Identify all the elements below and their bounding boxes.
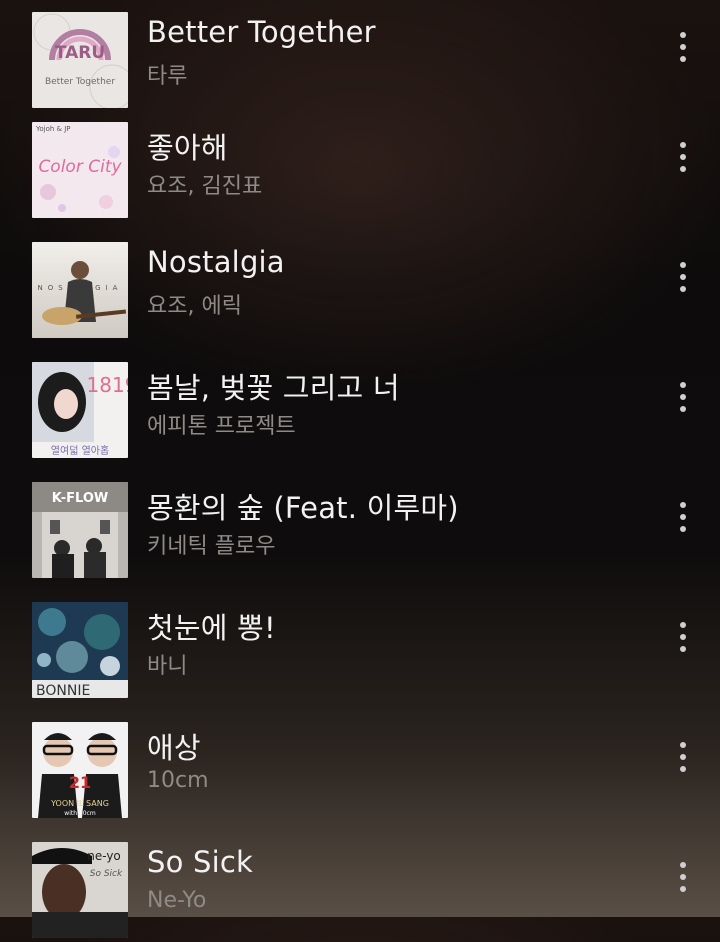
song-row[interactable]: NOSTALGIA Nostalgia 요조, 에릭 [0,242,720,342]
art-subtitle: 열여덟 열아홉 [51,444,109,457]
more-vertical-icon[interactable] [668,740,698,774]
more-vertical-icon[interactable] [668,30,698,64]
album-art: TARU Better Together [32,12,128,108]
art-title: 1819 [87,373,128,397]
song-title: 봄날, 벚꽃 그리고 너 [147,371,400,405]
art-subtitle: So Sick [90,869,123,879]
song-artist: 요조, 에릭 [147,294,242,319]
art-subtitle: Better Together [45,77,115,87]
more-vertical-icon[interactable] [668,860,698,894]
song-artist: 타루 [147,64,188,89]
art-subtitle: with 10cm [64,810,96,817]
album-art: ne-yo So Sick [32,842,128,938]
more-vertical-icon[interactable] [668,500,698,534]
album-art: NOSTALGIA [32,242,128,338]
song-title: 첫눈에 뽕! [147,611,276,645]
more-vertical-icon[interactable] [668,380,698,414]
more-vertical-icon[interactable] [668,620,698,654]
song-title: 애상 [147,731,201,765]
song-artist: 바니 [147,654,188,679]
art-title: YOON IL SANG [50,799,109,808]
album-art: 1819 열여덟 열아홉 [32,362,128,458]
song-row[interactable]: 1819 열여덟 열아홉 봄날, 벚꽃 그리고 너 에피톤 프로젝트 [0,362,720,462]
art-title: BONNIE [36,683,90,698]
song-row[interactable]: TARU Better Together Better Together 타루 [0,12,720,112]
song-artist: 키네틱 플로우 [147,534,276,559]
song-artist: Ne-Yo [147,888,207,913]
song-title: 좋아해 [147,131,228,165]
song-artist: 에피톤 프로젝트 [147,414,296,439]
song-row[interactable]: Yojoh & JP Color City 좋아해 요조, 김진표 [0,122,720,222]
art-title: TARU [55,43,105,63]
svg-text:21: 21 [69,773,91,792]
art-title: Color City [38,157,122,177]
song-title: Nostalgia [147,245,285,279]
album-art: Yojoh & JP Color City [32,122,128,218]
song-artist: 요조, 김진표 [147,174,263,199]
art-subtitle: Yojoh & JP [35,125,71,133]
art-title: ne-yo [87,849,121,863]
art-title: K-FLOW [52,491,108,506]
album-art: BONNIE [32,602,128,698]
song-row[interactable]: ne-yo So Sick So Sick Ne-Yo [0,842,720,942]
song-row[interactable]: BONNIE 첫눈에 뽕! 바니 [0,602,720,702]
album-art: 21 YOON IL SANG with 10cm [32,722,128,818]
more-vertical-icon[interactable] [668,140,698,174]
song-row[interactable]: K-FLOW 몽환의 숲 (Feat. 이루마) 키네틱 플로우 [0,482,720,582]
album-art: K-FLOW [32,482,128,578]
song-artist: 10cm [147,768,209,793]
more-vertical-icon[interactable] [668,260,698,294]
song-title: 몽환의 숲 (Feat. 이루마) [147,491,459,525]
song-row[interactable]: 21 YOON IL SANG with 10cm 애상 10cm [0,722,720,822]
song-title: Better Together [147,15,376,49]
song-title: So Sick [147,845,253,879]
